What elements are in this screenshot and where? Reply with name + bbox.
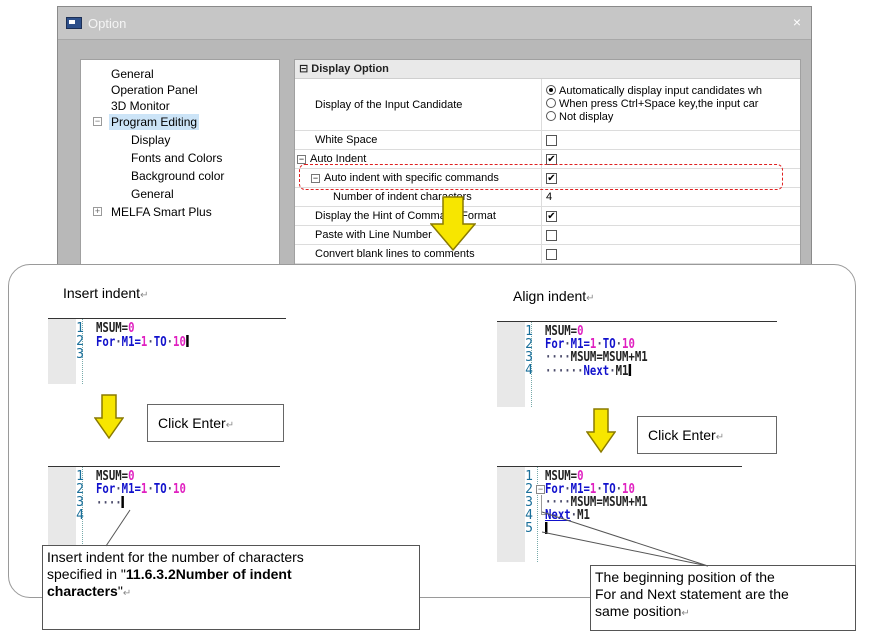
tree-expand-icon[interactable]: + (93, 207, 102, 216)
code-line: MSUM=0 (96, 321, 135, 336)
row-white-space: White Space (295, 131, 800, 150)
row-label: Display of the Input Candidate (295, 79, 542, 130)
dialog-titlebar: Option × (58, 7, 811, 40)
indent-chars-value[interactable]: 4 (543, 188, 800, 206)
tree-item-operation-panel[interactable]: Operation Panel (111, 82, 198, 98)
tree-item-general-sub[interactable]: General (131, 186, 174, 202)
align-indent-heading: Align indent (513, 288, 587, 304)
auto-indent-specific-collapse-icon[interactable]: − (311, 173, 320, 183)
options-tree: General Operation Panel 3D Monitor − Pro… (80, 59, 280, 275)
text-caret (121, 496, 125, 508)
auto-indent-collapse-icon[interactable]: − (297, 154, 306, 164)
radio-not-display[interactable] (546, 111, 556, 121)
white-space-checkbox[interactable] (546, 134, 557, 146)
tree-item-melfa-smart-plus[interactable]: MELFA Smart Plus (111, 204, 212, 220)
editor-insert-before: 1 2 3 MSUM=0 For·M1=1·TO·10 (48, 318, 286, 384)
tree-item-general[interactable]: General (111, 66, 154, 82)
click-enter-box: Click Enter↵ (147, 404, 284, 442)
row-indent-chars: Number of indent characters 4 (295, 188, 800, 207)
paste-line-checkbox[interactable] (546, 229, 557, 241)
close-button[interactable]: × (793, 14, 801, 30)
insert-indent-heading: Insert indent (63, 285, 141, 301)
tree-item-fonts-and-colors[interactable]: Fonts and Colors (131, 150, 222, 166)
code-line: For·M1=1·TO·10 (96, 335, 189, 349)
click-enter-box: Click Enter↵ (637, 416, 777, 454)
text-caret (628, 364, 631, 376)
row-paste-line: Paste with Line Number (295, 226, 800, 245)
auto-indent-checkbox[interactable]: ✔ (546, 153, 557, 165)
editor-insert-after: 1 2 3 4 MSUM=0 For·M1=1·TO·10 ···· (48, 466, 280, 546)
fold-collapse-icon[interactable]: − (536, 485, 545, 494)
section-title: Display Option (311, 63, 389, 75)
row-convert-blank: Convert blank lines to comments (295, 245, 800, 264)
down-arrow-icon (430, 196, 476, 252)
property-grid: ⊟ Display Option Display of the Input Ca… (294, 59, 801, 275)
tree-collapse-icon[interactable]: − (93, 117, 102, 126)
pointer-line (541, 511, 709, 567)
text-caret (185, 335, 189, 347)
section-display-option[interactable]: ⊟ Display Option (295, 60, 800, 79)
tree-item-program-editing[interactable]: Program Editing (109, 114, 200, 130)
tree-item-background-color[interactable]: Background color (131, 168, 224, 184)
hint-format-checkbox[interactable]: ✔ (546, 210, 557, 222)
note-insert-indent: Insert indent for the number of characte… (42, 545, 420, 630)
row-auto-indent: − Auto Indent ✔ (295, 150, 800, 169)
radio-auto-display[interactable] (546, 85, 556, 95)
section-collapse-icon[interactable]: ⊟ (299, 63, 308, 75)
row-auto-indent-specific: − Auto indent with specific commands ✔ (295, 169, 800, 188)
dialog-title: Option (88, 16, 127, 31)
row-hint-format: Display the Hint of Command Format ✔ (295, 207, 800, 226)
note-align-indent: The beginning position of the For and Ne… (590, 565, 856, 631)
row-input-candidate: Display of the Input Candidate Automatic… (295, 79, 800, 131)
tree-item-3d-monitor[interactable]: 3D Monitor (111, 98, 170, 114)
tree-item-display[interactable]: Display (131, 132, 170, 148)
convert-blank-checkbox[interactable] (546, 248, 557, 260)
code-line: ······Next·M1 (545, 364, 631, 378)
down-arrow-icon (94, 394, 124, 440)
input-candidate-radio-group: Automatically display input candidates w… (546, 85, 762, 124)
code-line: For·M1=1·TO·10 (96, 482, 186, 497)
window-icon (66, 17, 82, 29)
editor-align-before: 1 2 3 4 MSUM=0 For·M1=1·TO·10 ····MSUM=M… (497, 321, 777, 407)
auto-indent-specific-checkbox[interactable]: ✔ (546, 172, 557, 184)
pointer-line (105, 509, 131, 547)
radio-ctrl-space[interactable] (546, 98, 556, 108)
code-line: ····MSUM=MSUM+M1 (545, 350, 648, 365)
down-arrow-icon (586, 408, 616, 454)
